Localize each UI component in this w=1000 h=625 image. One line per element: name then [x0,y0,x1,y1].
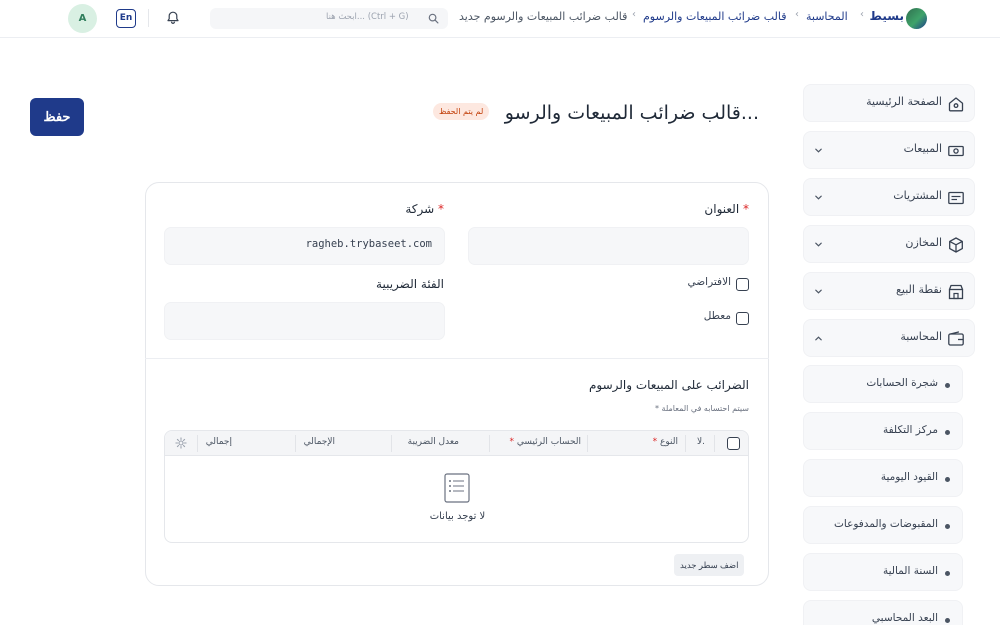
sidebar-subitem-payments[interactable]: المقبوضات والمدفوعات [803,506,963,544]
logo-text[interactable]: بسيط [870,9,904,23]
sidebar-item-label: نقطة البيع [896,283,942,296]
logo-icon[interactable] [906,8,927,29]
column-header-tax-rate: معدل الضريبة [407,437,459,447]
sidebar-subitem-label: القيود اليومية [880,471,938,483]
column-header-account: * الحساب الرئيسي [509,437,582,447]
sidebar-subitem-label: المقبوضات والمدفوعات [834,518,938,530]
chevron-down-icon [815,195,822,200]
column-divider [587,435,588,452]
bullet-dot [945,524,950,529]
tax-category-input[interactable] [164,302,445,340]
column-divider [197,435,198,452]
home-icon [948,97,964,112]
chevron-up-icon [815,336,822,341]
bell-icon[interactable] [165,10,181,26]
column-header-total: إجمالي [205,437,232,447]
chevron-down-icon [815,289,822,294]
divider [148,9,149,27]
search-placeholder: ابحث هنا... (Ctrl + G) [326,12,409,22]
sidebar-subitem-label: شجرة الحسابات [866,377,938,389]
status-badge: لم يتم الحفظ [433,103,490,120]
store-icon [948,284,964,300]
empty-document-icon [444,473,470,503]
sidebar-item-label: المحاسبة [900,330,942,343]
sidebar-subitem-label: البعد المحاسبي [871,612,938,624]
sidebar-item-pos[interactable]: نقطة البيع [803,272,975,310]
column-header-no: لا. [696,437,705,447]
column-header-type: * النوع [652,437,678,447]
bullet-dot [945,383,950,388]
company-input-value: ragheb.trybaseet.com [305,238,432,250]
breadcrumb-separator: ‹ [632,9,636,20]
breadcrumb-separator: ‹ [860,9,864,20]
bullet-dot [945,618,950,623]
default-checkbox[interactable] [736,278,749,291]
chevron-down-icon [815,148,822,153]
sidebar-item-label: المخازن [905,236,942,249]
wallet-icon [948,331,964,346]
sidebar-subitem-label: السنة المالية [882,565,938,577]
bullet-dot [945,477,950,482]
save-button[interactable]: حفظ [30,98,84,136]
sidebar-item-sales[interactable]: المبيعات [803,131,975,169]
select-all-checkbox[interactable] [727,437,740,450]
search-icon [428,13,439,24]
add-row-button[interactable]: اضف سطر جديد [674,554,745,576]
disabled-checkbox-label: معطل [703,310,731,322]
sidebar-item-label: المشتريات [893,189,942,202]
receipt-icon [948,191,964,205]
tax-category-field-label: الفئة الضريبية [376,277,444,291]
sidebar-item-accounting[interactable]: المحاسبة [803,319,975,357]
sidebar-item-label: الصفحة الرئيسية [866,95,942,108]
taxes-table: لا. * النوع * الحساب الرئيسي معدل الضريب… [164,430,749,543]
breadcrumb-separator: ‹ [795,9,799,20]
column-divider [391,435,392,452]
sidebar-item-purchases[interactable]: المشتريات [803,178,975,216]
sidebar-subitem-accounting-dimension[interactable]: البعد المحاسبي [803,600,963,625]
sidebar-item-label: المبيعات [903,142,942,155]
title-input[interactable] [468,227,749,265]
chevron-down-icon [815,242,822,247]
disabled-checkbox[interactable] [736,312,749,325]
breadcrumb-accounting[interactable]: المحاسبة [806,10,848,23]
company-field-label: شركة * [405,202,444,216]
page-title: قالب ضرائب المبيعات والرسو... [504,102,759,124]
sidebar-item-home[interactable]: الصفحة الرئيسية [803,84,975,122]
empty-state-text: لا توجد بيانات [429,511,486,522]
settings-gear-icon[interactable] [175,437,187,449]
column-divider [714,435,715,452]
sidebar-subitem-label: مركز التكلفة [882,424,938,436]
bullet-dot [945,430,950,435]
sidebar-subitem-cost-center[interactable]: مركز التكلفة [803,412,963,450]
money-icon [948,145,964,157]
box-icon [949,237,963,253]
taxes-section-note: * سيتم احتسابه في المعاملة [655,404,749,413]
breadcrumb-current: قالب ضرائب المبيعات والرسوم جديد [459,10,628,23]
avatar[interactable]: A [68,4,97,33]
taxes-section-title: الضرائب على المبيعات والرسوم [588,378,749,392]
title-field-label: العنوان * [704,202,749,216]
section-divider [145,358,769,359]
default-checkbox-label: الافتراضي [687,276,731,288]
top-bar: بسيط ‹ المحاسبة ‹ قالب ضرائب المبيعات وا… [0,0,1000,38]
column-divider [685,435,686,452]
column-divider [295,435,296,452]
sidebar-item-inventory[interactable]: المخازن [803,225,975,263]
column-divider [489,435,490,452]
sidebar-subitem-chart-of-accounts[interactable]: شجرة الحسابات [803,365,963,403]
table-header: لا. * النوع * الحساب الرئيسي معدل الضريب… [165,431,748,456]
language-toggle-button[interactable]: En [116,9,136,28]
bullet-dot [945,571,950,576]
column-header-amount: الإجمالي [303,437,335,447]
sidebar-subitem-journal-entries[interactable]: القيود اليومية [803,459,963,497]
breadcrumb-template[interactable]: قالب ضرائب المبيعات والرسوم [643,10,787,23]
sidebar-subitem-fiscal-year[interactable]: السنة المالية [803,553,963,591]
